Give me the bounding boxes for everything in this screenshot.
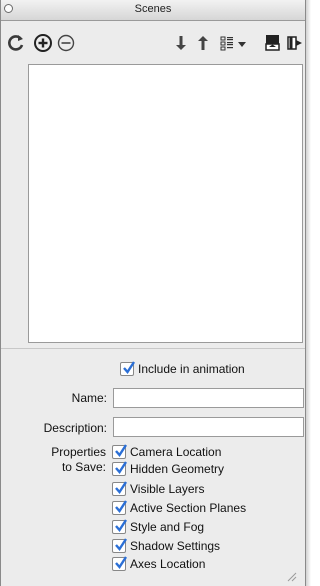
show-details-icon (265, 35, 280, 51)
checkmark-icon (115, 538, 128, 551)
title-bar[interactable]: Scenes (1, 0, 305, 21)
properties-to-save-label: Properties to Save: (9, 445, 106, 475)
description-label: Description: (43, 421, 107, 435)
hidden-geometry-label: Hidden Geometry (130, 462, 225, 476)
style-and-fog-checkbox[interactable] (112, 519, 128, 534)
camera-location-checkbox[interactable] (112, 444, 128, 459)
checkmark-icon (115, 500, 128, 513)
show-details-button[interactable] (263, 33, 285, 55)
move-scene-up-button[interactable] (195, 33, 217, 55)
scenes-panel: Scenes Include in animation Name: Descri… (0, 0, 306, 586)
view-options-icon (220, 36, 246, 51)
hide-details-icon (287, 36, 302, 50)
style-and-fog-label: Style and Fog (130, 520, 205, 534)
hidden-geometry-checkbox[interactable] (112, 461, 128, 476)
include-in-animation-checkbox[interactable] (120, 361, 136, 376)
name-label: Name: (71, 391, 107, 405)
remove-scene-button[interactable] (56, 33, 78, 55)
add-icon (34, 34, 52, 52)
window-title: Scenes (134, 3, 172, 15)
shadow-settings-checkbox[interactable] (112, 538, 128, 553)
axes-location-checkbox[interactable] (112, 556, 128, 571)
checkmark-icon (115, 556, 128, 569)
checkmark-icon (115, 461, 128, 474)
refresh-button[interactable] (6, 33, 28, 55)
properties-label-line2: to Save: (61, 460, 106, 474)
view-options-button[interactable] (219, 33, 251, 55)
checkmark-icon (123, 361, 136, 374)
checkmark-icon (115, 481, 128, 494)
add-scene-button[interactable] (33, 33, 55, 55)
visible-layers-label: Visible Layers (130, 482, 205, 496)
shadow-settings-label: Shadow Settings (130, 539, 221, 553)
window-shadow (306, 0, 311, 586)
resize-grip-icon[interactable] (285, 570, 297, 582)
visible-layers-checkbox[interactable] (112, 481, 128, 496)
axes-location-label: Axes Location (130, 557, 206, 571)
checkmark-icon (115, 444, 128, 457)
scene-list[interactable] (28, 64, 303, 343)
include-in-animation-label: Include in animation (138, 362, 245, 376)
move-scene-down-button[interactable] (173, 33, 195, 55)
refresh-icon (8, 35, 24, 51)
properties-label-line1: Properties (51, 445, 106, 459)
checkmark-icon (115, 519, 128, 532)
active-section-planes-label: Active Section Planes (130, 501, 247, 515)
remove-icon (57, 34, 75, 52)
toolbar (1, 21, 305, 63)
move-down-icon (176, 36, 186, 50)
description-field[interactable] (113, 417, 304, 437)
active-section-planes-checkbox[interactable] (112, 500, 128, 515)
name-field[interactable] (113, 388, 304, 408)
divider (1, 348, 305, 349)
hide-details-button[interactable] (285, 33, 303, 55)
move-up-icon (198, 36, 208, 50)
camera-location-label: Camera Location (130, 445, 222, 459)
